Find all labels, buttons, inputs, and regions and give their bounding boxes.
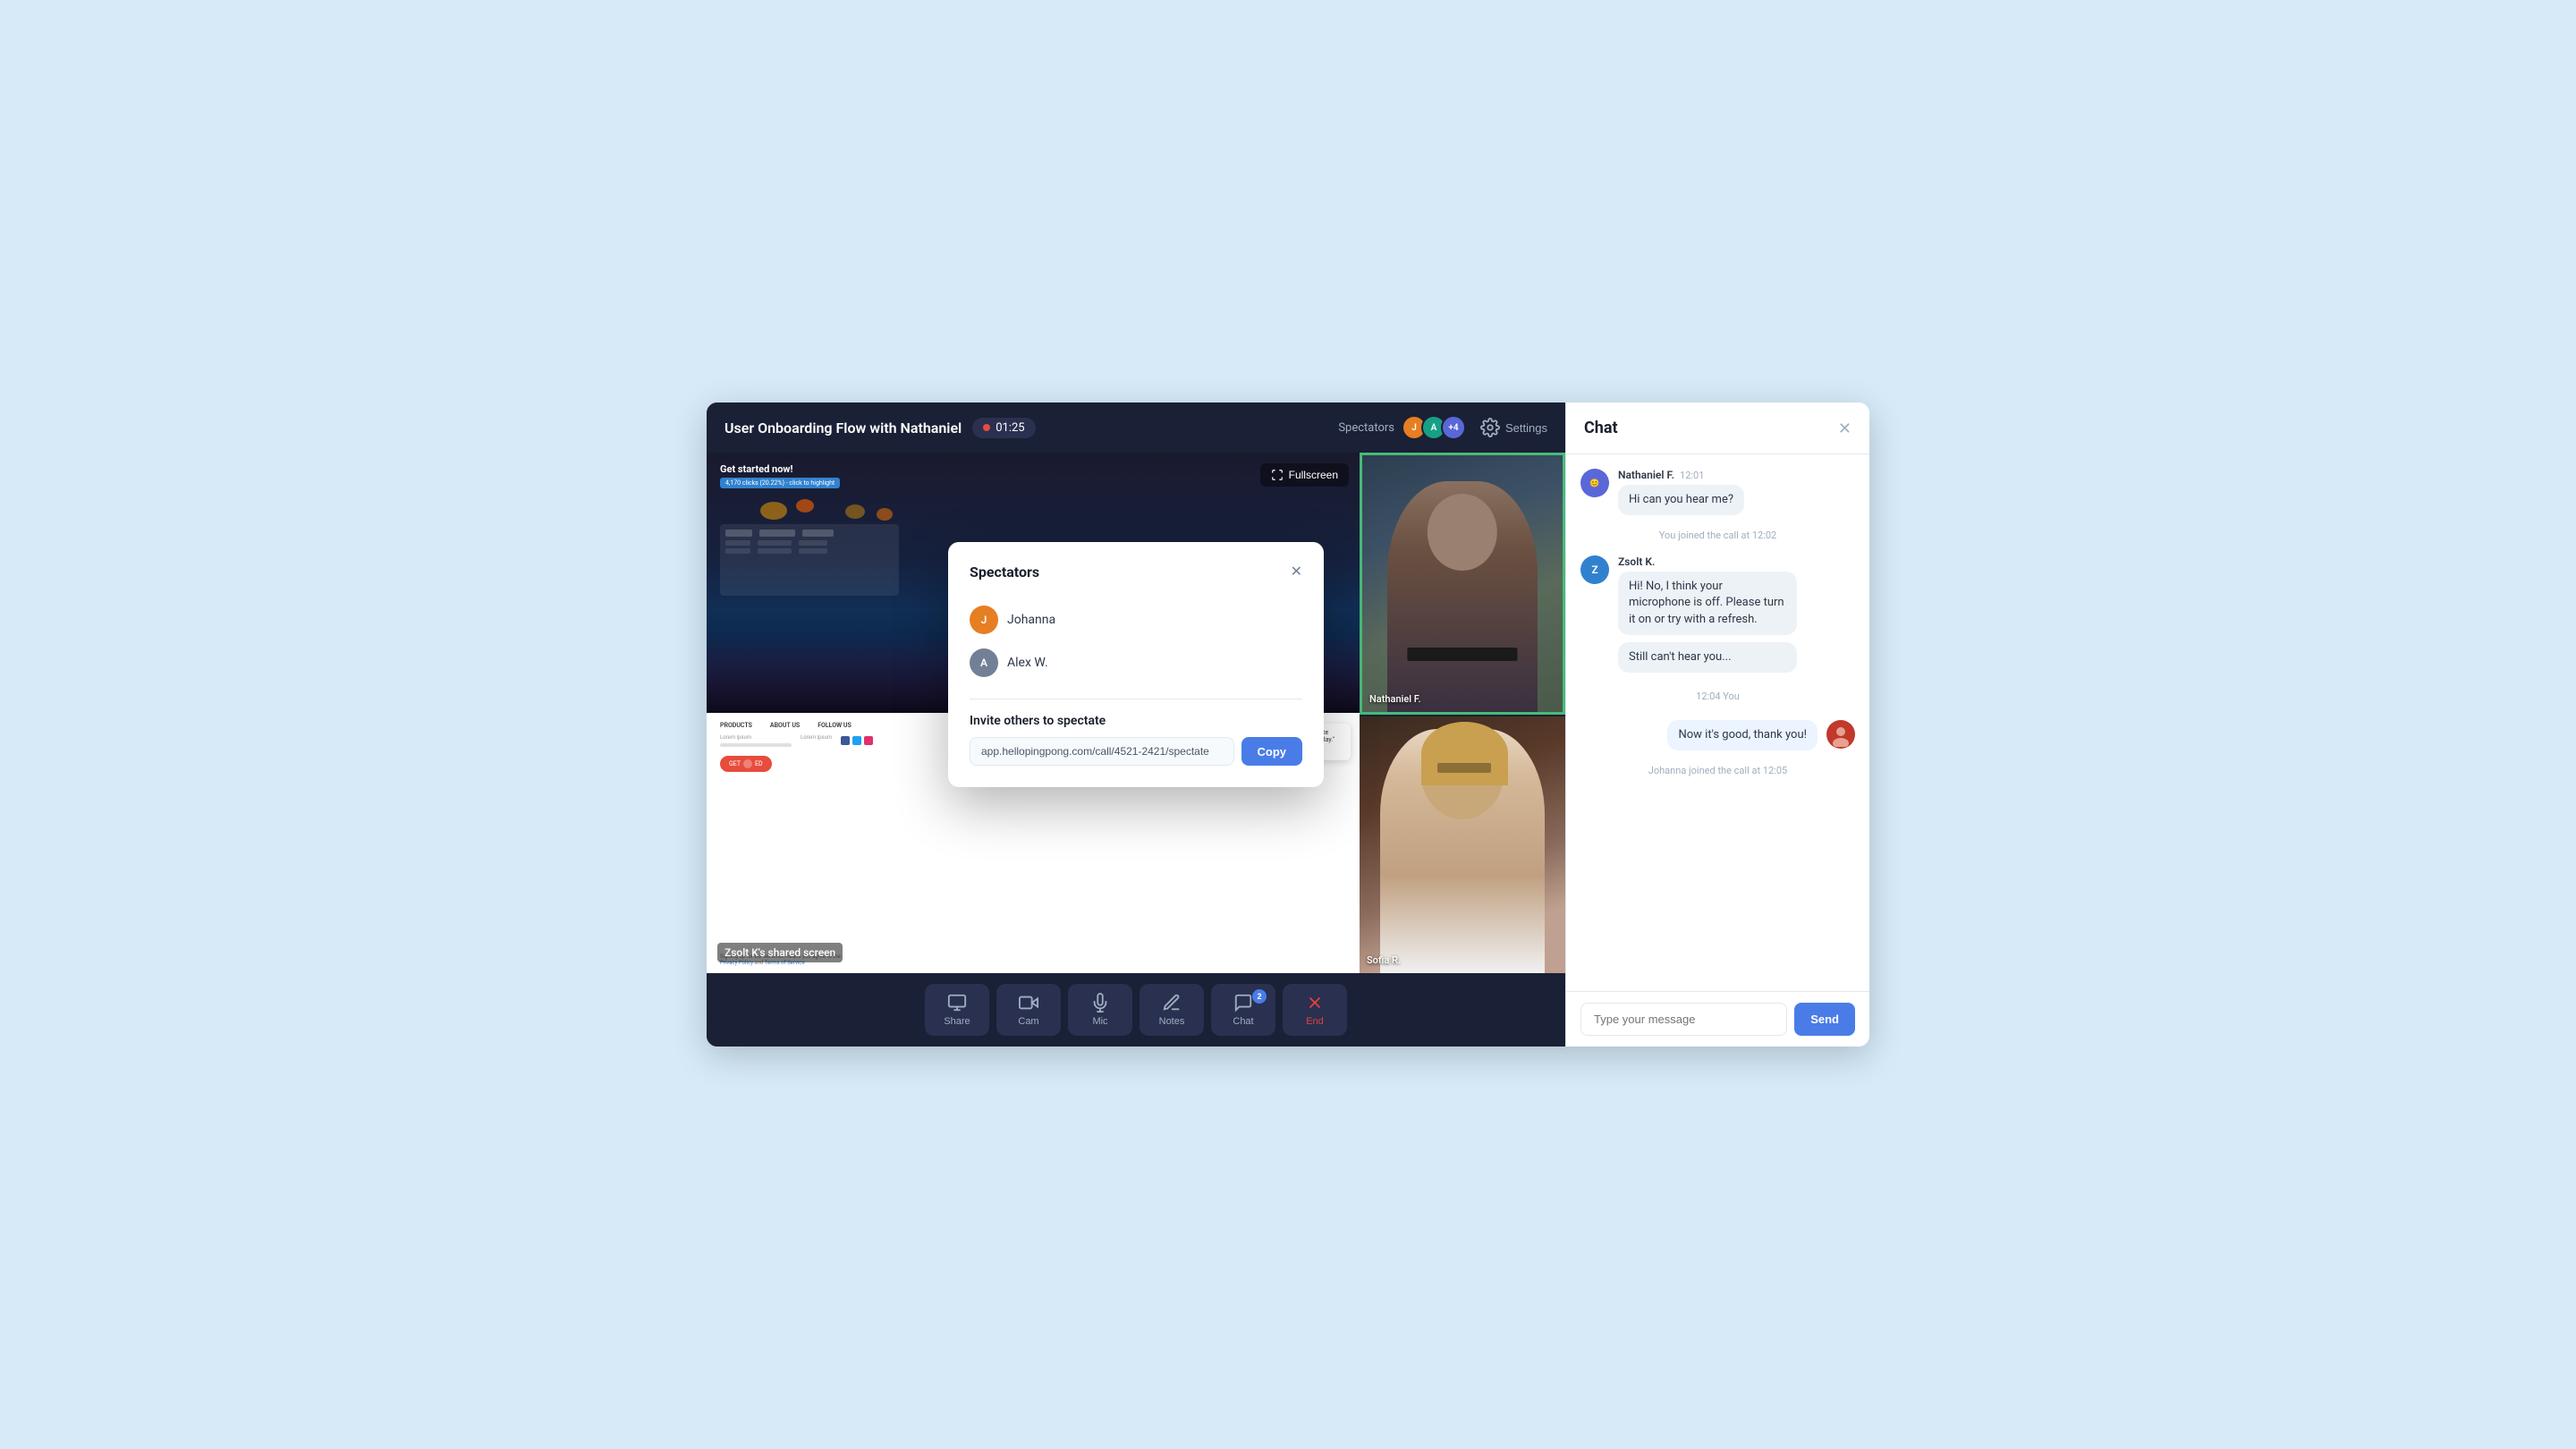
spectator-name-johanna: Johanna <box>1007 613 1055 627</box>
chat-messages: 😊 Nathaniel F. 12:01 Hi can you hear me?… <box>1566 454 1869 991</box>
settings-button[interactable]: Settings <box>1480 418 1547 437</box>
mic-label: Mic <box>1092 1016 1107 1027</box>
share-icon <box>947 993 967 1013</box>
notes-icon <box>1162 993 1182 1013</box>
end-label: End <box>1306 1016 1324 1027</box>
invite-url-input[interactable] <box>970 737 1234 766</box>
msg-content-1: Nathaniel F. 12:01 Hi can you hear me? <box>1618 469 1744 515</box>
spectator-name-alex: Alex W. <box>1007 656 1048 670</box>
video-content: Get started now! 4,170 clicks (20.22%) -… <box>707 453 1565 973</box>
avatar-zsolt: Z <box>1580 555 1609 584</box>
time-separator: 12:04 You <box>1580 691 1855 702</box>
cam-icon <box>1019 993 1038 1013</box>
system-msg-2: Johanna joined the call at 12:05 <box>1580 765 1855 776</box>
msg-bubble-3: Still can't hear you... <box>1618 642 1797 673</box>
gear-icon <box>1480 418 1500 437</box>
spectator-avatar-alex: A <box>970 648 998 677</box>
notes-button[interactable]: Notes <box>1140 984 1204 1036</box>
spectator-item-johanna: J Johanna <box>970 598 1302 641</box>
spectators-info: Spectators J A +4 <box>1338 415 1466 440</box>
invite-label: Invite others to spectate <box>970 714 1302 728</box>
toolbar: Share Cam Mic Notes 2 <box>707 973 1565 1046</box>
system-msg-1: You joined the call at 12:02 <box>1580 530 1855 541</box>
spectator-item-alex: A Alex W. <box>970 641 1302 684</box>
avatar-own <box>1826 720 1855 749</box>
chat-badge: 2 <box>1252 989 1267 1004</box>
msg-bubble-1: Hi can you hear me? <box>1618 485 1744 515</box>
end-icon <box>1305 993 1325 1013</box>
recording-dot <box>983 424 990 431</box>
modal-title: Spectators <box>970 564 1039 580</box>
own-avatar-img <box>1828 722 1853 747</box>
app-container: User Onboarding Flow with Nathaniel 01:2… <box>707 402 1869 1046</box>
mic-icon <box>1090 993 1110 1013</box>
header: User Onboarding Flow with Nathaniel 01:2… <box>707 402 1565 453</box>
timer-badge: 01:25 <box>972 418 1035 438</box>
modal-header: Spectators ✕ <box>970 564 1302 580</box>
message-group-own: Now it's good, thank you! <box>1580 720 1855 750</box>
avatar-nathaniel: 😊 <box>1580 469 1609 497</box>
header-left: User Onboarding Flow with Nathaniel 01:2… <box>724 418 1036 438</box>
modal-close-button[interactable]: ✕ <box>1291 565 1302 580</box>
msg-sender-1: Nathaniel F. <box>1618 469 1674 481</box>
session-title: User Onboarding Flow with Nathaniel <box>724 419 962 436</box>
avatar-stack: J A +4 <box>1402 415 1466 440</box>
chat-close-button[interactable]: ✕ <box>1838 420 1852 436</box>
msg-meta-2: Zsolt K. <box>1618 555 1797 568</box>
share-label: Share <box>944 1016 970 1027</box>
chat-button[interactable]: 2 Chat <box>1211 984 1275 1036</box>
share-button[interactable]: Share <box>925 984 989 1036</box>
msg-bubble-own: Now it's good, thank you! <box>1667 720 1818 750</box>
message-group-2: Z Zsolt K. Hi! No, I think your micropho… <box>1580 555 1855 673</box>
header-right: Spectators J A +4 Settings <box>1338 415 1547 440</box>
emoji-avatar: 😊 <box>1587 475 1603 491</box>
mic-button[interactable]: Mic <box>1068 984 1132 1036</box>
chat-header: Chat ✕ <box>1566 402 1869 454</box>
msg-bubble-2: Hi! No, I think your microphone is off. … <box>1618 572 1797 635</box>
msg-content-2: Zsolt K. Hi! No, I think your microphone… <box>1618 555 1797 673</box>
chat-input-area: Send <box>1566 991 1869 1046</box>
spectators-modal: Spectators ✕ J Johanna A Alex W. Invite … <box>948 542 1324 787</box>
cam-label: Cam <box>1018 1016 1038 1027</box>
settings-label: Settings <box>1505 421 1547 435</box>
main-area: User Onboarding Flow with Nathaniel 01:2… <box>707 402 1565 1046</box>
avatar-count: +4 <box>1441 415 1466 440</box>
chat-panel: Chat ✕ 😊 Nathaniel F. 12:01 Hi can yo <box>1565 402 1869 1046</box>
msg-meta-1: Nathaniel F. 12:01 <box>1618 469 1744 481</box>
chat-title: Chat <box>1584 419 1618 437</box>
spectators-modal-overlay: Spectators ✕ J Johanna A Alex W. Invite … <box>707 453 1565 973</box>
msg-time-1: 12:01 <box>1680 470 1704 481</box>
chat-input[interactable] <box>1580 1003 1787 1036</box>
end-button[interactable]: End <box>1283 984 1347 1036</box>
spectator-avatar-johanna: J <box>970 606 998 634</box>
message-group-1: 😊 Nathaniel F. 12:01 Hi can you hear me? <box>1580 469 1855 515</box>
spectators-label: Spectators <box>1338 421 1394 435</box>
invite-link-row: Copy <box>970 737 1302 766</box>
cam-button[interactable]: Cam <box>996 984 1061 1036</box>
msg-content-own: Now it's good, thank you! <box>1667 720 1818 750</box>
msg-sender-2: Zsolt K. <box>1618 555 1655 568</box>
timer-value: 01:25 <box>996 421 1024 435</box>
chat-icon <box>1233 993 1253 1013</box>
notes-label: Notes <box>1159 1016 1185 1027</box>
svg-text:😊: 😊 <box>1589 479 1599 488</box>
copy-button[interactable]: Copy <box>1241 737 1303 766</box>
chat-label: Chat <box>1233 1016 1253 1027</box>
send-button[interactable]: Send <box>1794 1003 1855 1036</box>
